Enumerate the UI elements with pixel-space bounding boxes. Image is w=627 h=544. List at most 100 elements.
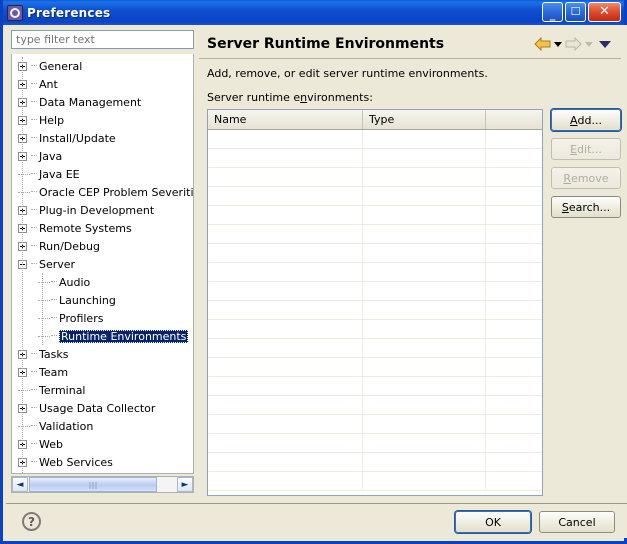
table-cell [363, 187, 486, 205]
tree-item[interactable]: Web [12, 435, 193, 453]
back-arrow-icon[interactable] [534, 37, 551, 51]
title-bar[interactable]: Preferences _ ☐ ✕ [3, 0, 624, 25]
back-history-caret-icon[interactable] [554, 41, 562, 47]
tree-item[interactable]: Help [12, 111, 193, 129]
table-cell [363, 453, 486, 471]
scroll-left-arrow-icon[interactable]: ◄ [12, 477, 28, 492]
help-icon[interactable]: ? [22, 512, 41, 531]
tree-item[interactable]: Terminal [12, 381, 193, 399]
tree-connector-line [31, 353, 37, 355]
table-row[interactable] [208, 339, 542, 358]
filter-input[interactable] [11, 30, 194, 49]
tree-item[interactable]: Audio [12, 273, 193, 291]
table-row[interactable] [208, 453, 542, 472]
table-cell [363, 282, 486, 300]
table-row[interactable] [208, 225, 542, 244]
tree-trunk-line [22, 57, 23, 473]
table-cell [363, 415, 486, 433]
tree-item-label: Terminal [39, 383, 86, 397]
table-cell [208, 396, 363, 414]
chevron-down-icon[interactable] [599, 40, 611, 48]
table-column-header[interactable] [486, 110, 542, 129]
tree-item[interactable]: Team [12, 363, 193, 381]
tree-item[interactable]: Launching [12, 291, 193, 309]
table-row[interactable] [208, 187, 542, 206]
runtime-environments-table[interactable]: Name Type [207, 109, 543, 496]
tree-horizontal-scrollbar[interactable]: ◄ ► [11, 476, 194, 493]
scroll-thumb[interactable] [29, 477, 157, 492]
tree-item[interactable]: Oracle CEP Problem Severities [12, 183, 193, 201]
table-cell [208, 244, 363, 262]
tree-item-label: Server [39, 257, 76, 271]
forward-history-caret-icon [585, 41, 593, 47]
table-row[interactable] [208, 472, 542, 491]
table-cell [363, 358, 486, 376]
table-label-pre: Server runtime e [207, 91, 301, 104]
tree-item-label: Data Management [39, 95, 142, 109]
table-cell [363, 301, 486, 319]
table-cell [363, 168, 486, 186]
table-cell [486, 282, 542, 300]
ok-button[interactable]: OK [455, 511, 531, 533]
gear-icon [7, 4, 23, 21]
preference-tree[interactable]: General Ant Data Management Help Install/Upd… [11, 54, 194, 474]
table-row[interactable] [208, 149, 542, 168]
scroll-track[interactable] [28, 477, 177, 492]
tree-item[interactable]: Profilers [12, 309, 193, 327]
tree-item[interactable]: Server [12, 255, 193, 273]
table-row[interactable] [208, 377, 542, 396]
tree-item-label: Oracle CEP Problem Severities [39, 185, 194, 199]
table-row[interactable] [208, 168, 542, 187]
table-row[interactable] [208, 396, 542, 415]
add-button[interactable]: Add... [551, 109, 621, 131]
tree-connector-line [51, 281, 57, 283]
tree-branch-line [42, 273, 43, 345]
table-row[interactable] [208, 282, 542, 301]
table-row[interactable] [208, 320, 542, 339]
tree-item[interactable]: Remote Systems [12, 219, 193, 237]
tree-item[interactable]: Validation [12, 417, 193, 435]
window-title: Preferences [27, 5, 111, 20]
cancel-button[interactable]: Cancel [539, 511, 615, 533]
tree-connector-line [31, 209, 37, 211]
tree-item[interactable]: General [12, 57, 193, 75]
tree-connector-line [31, 245, 37, 247]
tree-item[interactable]: Run/Debug [12, 237, 193, 255]
table-cell [486, 320, 542, 338]
table-cell [208, 358, 363, 376]
tree-item[interactable]: Install/Update [12, 129, 193, 147]
tree-connector-line [51, 335, 57, 337]
tree-item[interactable]: Runtime Environments [12, 327, 193, 345]
table-row[interactable] [208, 301, 542, 320]
table-row[interactable] [208, 358, 542, 377]
table-body[interactable] [208, 130, 542, 491]
tree-item[interactable]: Java [12, 147, 193, 165]
tree-item[interactable]: Usage Data Collector [12, 399, 193, 417]
table-row[interactable] [208, 206, 542, 225]
maximize-button[interactable]: ☐ [565, 2, 586, 22]
table-row[interactable] [208, 415, 542, 434]
search-button[interactable]: Search... [551, 196, 621, 218]
button-label-post: dit... [577, 142, 602, 156]
table-cell [486, 358, 542, 376]
table-cell [363, 225, 486, 243]
tree-item[interactable]: Tasks [12, 345, 193, 363]
tree-item[interactable]: Web Services [12, 453, 193, 471]
scroll-right-arrow-icon[interactable]: ► [177, 477, 193, 492]
tree-item-label: Web [39, 437, 63, 451]
tree-item[interactable]: Data Management [12, 93, 193, 111]
minimize-icon: _ [549, 8, 556, 21]
tree-item[interactable]: Ant [12, 75, 193, 93]
table-column-header[interactable]: Type [363, 110, 486, 129]
table-row[interactable] [208, 130, 542, 149]
table-row[interactable] [208, 263, 542, 282]
table-row[interactable] [208, 434, 542, 453]
close-button[interactable]: ✕ [588, 2, 621, 22]
tree-item[interactable]: XDoclet [12, 471, 193, 473]
table-column-header[interactable]: Name [208, 110, 363, 129]
table-cell [363, 472, 486, 490]
minimize-button[interactable]: _ [542, 2, 563, 22]
tree-item[interactable]: Plug-in Development [12, 201, 193, 219]
table-row[interactable] [208, 244, 542, 263]
tree-item[interactable]: Java EE [12, 165, 193, 183]
